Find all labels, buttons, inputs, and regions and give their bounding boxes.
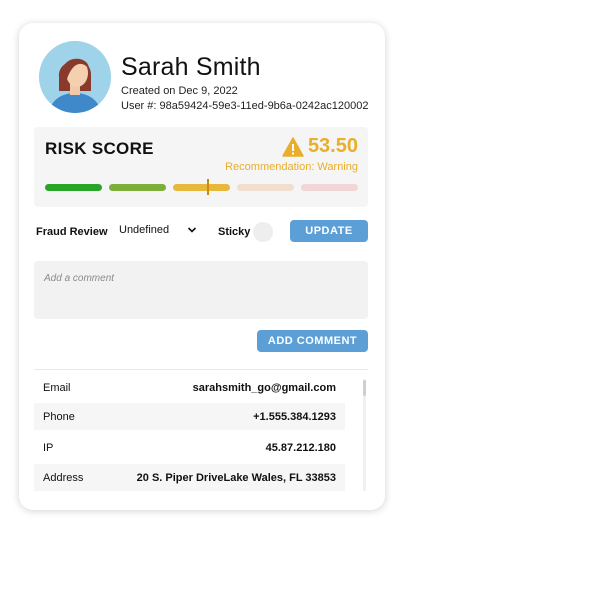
detail-label: Email [43, 381, 71, 394]
sticky-label: Sticky [218, 226, 251, 238]
risk-score-panel: RISK SCORE 53.50 Recommendation: Warning [34, 127, 368, 207]
sticky-toggle[interactable] [253, 222, 273, 242]
detail-value: +1.555.384.1293 [253, 410, 336, 423]
detail-value: sarahsmith_go@gmail.com [192, 381, 336, 394]
detail-value: 20 S. Piper DriveLake Wales, FL 33853 [136, 471, 336, 484]
risk-segment-1 [45, 184, 102, 191]
comment-input[interactable]: Add a comment [34, 261, 368, 319]
created-date: Created on Dec 9, 2022 [121, 85, 238, 97]
risk-score-value: 53.50 [307, 135, 358, 157]
fraud-review-label: Fraud Review [36, 226, 108, 238]
risk-score-title: RISK SCORE [45, 139, 154, 158]
warning-triangle-icon [282, 136, 304, 157]
chevron-down-icon [187, 227, 197, 233]
fraud-review-value: Undefined [119, 224, 170, 236]
detail-row-phone: Phone +1.555.384.1293 [34, 403, 345, 430]
detail-row-address: Address 20 S. Piper DriveLake Wales, FL … [34, 464, 345, 491]
detail-label: Phone [43, 410, 75, 423]
detail-row-email: Email sarahsmith_go@gmail.com [34, 374, 345, 401]
comment-placeholder: Add a comment [44, 273, 115, 284]
risk-segment-3 [173, 184, 230, 191]
add-comment-button[interactable]: ADD COMMENT [257, 330, 368, 352]
risk-segment-2 [109, 184, 166, 191]
detail-label: IP [43, 441, 54, 454]
risk-segment-5 [301, 184, 358, 191]
divider [34, 369, 368, 370]
user-name: Sarah Smith [121, 53, 261, 81]
risk-recommendation: Recommendation: Warning [225, 161, 358, 173]
user-id: User #: 98a59424-59e3-11ed-9b6a-0242ac12… [121, 100, 369, 112]
user-avatar-icon [39, 41, 111, 113]
fraud-review-select[interactable]: Undefined [119, 224, 197, 236]
user-risk-card: Sarah Smith Created on Dec 9, 2022 User … [19, 23, 385, 510]
risk-score-value-group: 53.50 [282, 135, 358, 158]
detail-value: 45.87.212.180 [265, 441, 336, 454]
risk-segment-4 [237, 184, 294, 191]
detail-row-ip: IP 45.87.212.180 [34, 434, 345, 461]
update-button[interactable]: UPDATE [290, 220, 368, 242]
detail-label: Address [43, 471, 84, 484]
details-scrollbar-thumb[interactable] [363, 380, 366, 396]
risk-level-marker [207, 179, 209, 195]
